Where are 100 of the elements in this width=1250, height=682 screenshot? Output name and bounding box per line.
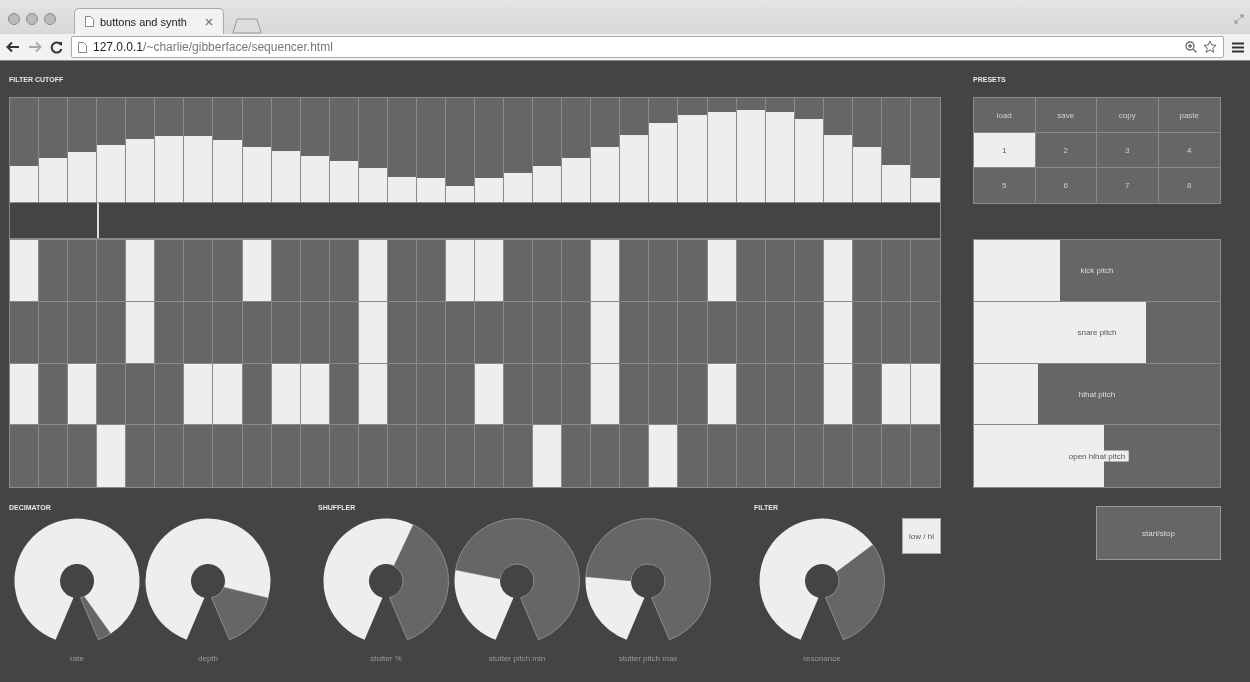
cutoff-bar[interactable] [387, 98, 417, 202]
step-cell[interactable] [591, 240, 621, 302]
step-cell[interactable] [852, 425, 882, 487]
preset-slot-button[interactable]: 8 [1158, 168, 1220, 203]
step-cell[interactable] [213, 363, 243, 426]
step-cell[interactable] [678, 240, 708, 302]
cutoff-bar[interactable] [649, 98, 679, 202]
step-cell[interactable] [271, 425, 301, 487]
step-cell[interactable] [765, 363, 795, 426]
step-cell[interactable] [416, 301, 446, 364]
cutoff-bar[interactable] [300, 98, 330, 202]
step-cell[interactable] [329, 363, 359, 426]
step-cell[interactable] [852, 301, 882, 364]
step-cell[interactable] [213, 301, 243, 364]
cutoff-bar[interactable] [881, 98, 911, 202]
step-cell[interactable] [387, 425, 417, 487]
step-cell[interactable] [765, 240, 795, 302]
step-cell[interactable] [852, 240, 882, 302]
preset-action-button[interactable]: save [1035, 98, 1097, 133]
step-cell[interactable] [649, 240, 679, 302]
step-cell[interactable] [213, 240, 243, 302]
step-cell[interactable] [68, 363, 98, 426]
step-cell[interactable] [39, 301, 69, 364]
cutoff-bar[interactable] [591, 98, 621, 202]
cutoff-bar[interactable] [126, 98, 156, 202]
cutoff-bar[interactable] [97, 98, 127, 202]
window-control-icon[interactable] [26, 13, 38, 25]
step-cell[interactable] [10, 301, 40, 364]
step-cell[interactable] [126, 425, 156, 487]
star-icon[interactable] [1203, 40, 1217, 54]
step-cell[interactable] [416, 240, 446, 302]
step-cell[interactable] [591, 301, 621, 364]
step-cell[interactable] [707, 425, 737, 487]
step-cell[interactable] [416, 363, 446, 426]
pitch-slider[interactable]: hihat pitch [974, 363, 1220, 426]
preset-slot-button[interactable]: 6 [1035, 168, 1097, 203]
step-cell[interactable] [387, 301, 417, 364]
step-cell[interactable] [707, 301, 737, 364]
step-cell[interactable] [39, 240, 69, 302]
preset-slot-button[interactable]: 4 [1158, 133, 1220, 168]
step-cell[interactable] [562, 425, 592, 487]
cutoff-bar[interactable] [242, 98, 272, 202]
step-cell[interactable] [416, 425, 446, 487]
cutoff-bar[interactable] [39, 98, 69, 202]
step-cell[interactable] [504, 425, 534, 487]
step-cell[interactable] [881, 240, 911, 302]
step-cell[interactable] [10, 240, 40, 302]
cutoff-bar[interactable] [213, 98, 243, 202]
step-cell[interactable] [620, 301, 650, 364]
step-cell[interactable] [329, 425, 359, 487]
step-cell[interactable] [300, 363, 330, 426]
step-cell[interactable] [387, 240, 417, 302]
step-cell[interactable] [881, 301, 911, 364]
step-cell[interactable] [823, 425, 853, 487]
zoom-icon[interactable] [1185, 41, 1197, 53]
reload-icon[interactable] [50, 40, 63, 54]
step-cell[interactable] [504, 363, 534, 426]
step-cell[interactable] [881, 425, 911, 487]
step-cell[interactable] [881, 363, 911, 426]
step-cell[interactable] [155, 240, 185, 302]
step-cell[interactable] [184, 425, 214, 487]
step-cell[interactable] [445, 301, 475, 364]
cutoff-bar[interactable] [504, 98, 534, 202]
cutoff-bar[interactable] [620, 98, 650, 202]
step-cell[interactable] [533, 240, 563, 302]
preset-slot-button[interactable]: 7 [1097, 168, 1159, 203]
cutoff-bar[interactable] [155, 98, 185, 202]
pitch-slider[interactable]: kick pitch [974, 240, 1220, 302]
step-cell[interactable] [184, 240, 214, 302]
step-cell[interactable] [823, 363, 853, 426]
new-tab-icon[interactable] [232, 18, 262, 34]
step-cell[interactable] [271, 301, 301, 364]
step-cell[interactable] [823, 301, 853, 364]
step-cell[interactable] [794, 240, 824, 302]
step-cell[interactable] [155, 425, 185, 487]
step-cell[interactable] [591, 363, 621, 426]
step-cell[interactable] [910, 363, 940, 426]
browser-tab[interactable]: buttons and synth [74, 8, 224, 34]
step-cell[interactable] [736, 301, 766, 364]
menu-icon[interactable] [1232, 41, 1244, 53]
start-stop-button[interactable]: start/stop [1096, 506, 1221, 560]
step-cell[interactable] [242, 425, 272, 487]
step-cell[interactable] [68, 301, 98, 364]
step-cell[interactable] [242, 301, 272, 364]
step-cell[interactable] [97, 425, 127, 487]
cutoff-bar[interactable] [358, 98, 388, 202]
preset-action-button[interactable]: load [974, 98, 1036, 133]
step-cell[interactable] [10, 425, 40, 487]
cutoff-bar[interactable] [794, 98, 824, 202]
step-cell[interactable] [620, 240, 650, 302]
step-cell[interactable] [358, 301, 388, 364]
step-cell[interactable] [533, 425, 563, 487]
cutoff-bar[interactable] [475, 98, 505, 202]
step-cell[interactable] [852, 363, 882, 426]
close-icon[interactable] [205, 17, 213, 26]
cutoff-bar[interactable] [852, 98, 882, 202]
step-cell[interactable] [794, 363, 824, 426]
step-cell[interactable] [678, 363, 708, 426]
step-cell[interactable] [736, 425, 766, 487]
step-cell[interactable] [184, 363, 214, 426]
